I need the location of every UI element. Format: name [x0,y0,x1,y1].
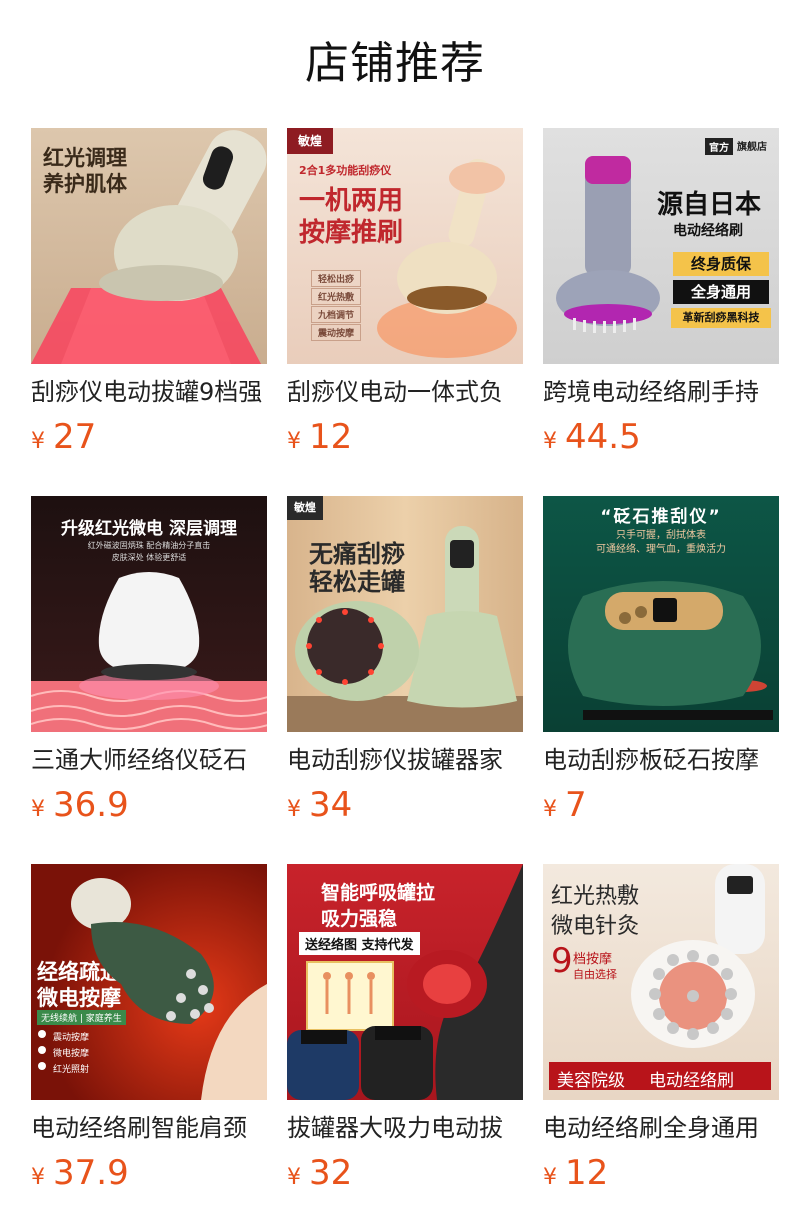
product-name[interactable]: 刮痧仪电动拔罐9档强 [31,374,267,410]
product-image[interactable]: 智能呼吸罐拉 吸力强稳 送经络图 支持代发 [287,864,523,1100]
product-name[interactable]: 三通大师经络仪砭石 [31,742,267,778]
massager-illustration [38,878,267,1100]
price-amount: 34 [309,785,353,825]
currency-symbol: ¥ [287,429,301,454]
product-card[interactable]: 官方 旗舰店 源自日本 电动经络刷 终身质保 全身通用 革新刮痧黑科技 跨境电动… [543,128,779,496]
price-amount: 27 [53,417,97,457]
product-price: ¥7 [543,784,587,832]
product-image[interactable]: 官方 旗舰店 源自日本 电动经络刷 终身质保 全身通用 革新刮痧黑科技 [543,128,779,364]
product-card[interactable]: 敏煌 无痛刮痧 轻松走罐 电动刮痧仪拔罐器家 ¥34 [287,496,523,864]
currency-symbol: ¥ [287,797,301,822]
product-price: ¥44.5 [543,416,641,464]
price-amount: 7 [565,785,587,825]
product-card[interactable]: 红光调理 养护肌体 刮痧仪电动拔罐9档强 ¥27 [31,128,267,496]
product-image[interactable]: 红光热敷 微电针灸 9 档按摩 自由选择 美容院级 电动经络刷 [543,864,779,1100]
product-price: ¥12 [287,416,352,464]
page-title: 店铺推荐 [305,38,485,89]
currency-symbol: ¥ [31,429,45,454]
currency-symbol: ¥ [543,429,557,454]
product-name[interactable]: 电动经络刷智能肩颈 [31,1110,267,1146]
product-image[interactable]: 红光调理 养护肌体 [31,128,267,364]
massager-illustration [377,158,517,358]
currency-symbol: ¥ [31,797,45,822]
product-name[interactable]: 电动刮痧板砭石按摩 [543,742,779,778]
price-amount: 37.9 [53,1153,129,1193]
currency-symbol: ¥ [31,1165,45,1190]
product-name[interactable]: 刮痧仪电动一体式负 [287,374,523,410]
price-amount: 32 [309,1153,353,1193]
currency-symbol: ¥ [543,1165,557,1190]
product-image[interactable]: 升级红光微电 深层调理 红外磁波固炳珠 配合精油分子直击 皮肤深处 体验更舒适 [31,496,267,732]
product-name[interactable]: 跨境电动经络刷手持 [543,374,779,410]
product-name[interactable]: 电动刮痧仪拔罐器家 [287,742,523,778]
massager-illustration [31,130,267,364]
product-card[interactable]: 升级红光微电 深层调理 红外磁波固炳珠 配合精油分子直击 皮肤深处 体验更舒适 … [31,496,267,864]
massager-illustration [287,526,523,732]
product-card[interactable]: “砭石推刮仪” 只手可握，刮拭体表 可通经络、理气血，重焕活力 电动刮痧板砭石按… [543,496,779,864]
massager-illustration [568,581,773,720]
massager-illustration [556,156,660,333]
product-grid: 红光调理 养护肌体 刮痧仪电动拔罐9档强 ¥27 敏煌 2合1多功能刮痧仪 一机… [31,128,779,1232]
product-image[interactable]: 敏煌 2合1多功能刮痧仪 一机两用 按摩推刷 轻松出痧 红光热敷 九档调节 震动… [287,128,523,364]
price-amount: 44.5 [565,417,641,457]
product-image[interactable]: 敏煌 无痛刮痧 轻松走罐 [287,496,523,732]
product-image[interactable]: 经络疏通 微电按摩 无线续航 | 家庭养生 震动按摩 微电按摩 红光照射 [31,864,267,1100]
currency-symbol: ¥ [543,797,557,822]
massager-illustration [631,864,765,1048]
product-price: ¥12 [543,1152,608,1200]
product-price: ¥34 [287,784,352,832]
price-amount: 36.9 [53,785,129,825]
currency-symbol: ¥ [287,1165,301,1190]
product-image[interactable]: “砭石推刮仪” 只手可握，刮拭体表 可通经络、理气血，重焕活力 [543,496,779,732]
product-card[interactable]: 敏煌 2合1多功能刮痧仪 一机两用 按摩推刷 轻松出痧 红光热敷 九档调节 震动… [287,128,523,496]
massager-illustration [31,572,267,732]
price-amount: 12 [309,417,353,457]
product-price: ¥37.9 [31,1152,129,1200]
product-price: ¥27 [31,416,96,464]
product-name[interactable]: 拔罐器大吸力电动拔 [287,1110,523,1146]
product-name[interactable]: 电动经络刷全身通用 [543,1110,779,1146]
product-card[interactable]: 经络疏通 微电按摩 无线续航 | 家庭养生 震动按摩 微电按摩 红光照射 电动经… [31,864,267,1232]
product-card[interactable]: 红光热敷 微电针灸 9 档按摩 自由选择 美容院级 电动经络刷 电动经络刷全身通… [543,864,779,1232]
price-amount: 12 [565,1153,609,1193]
massager-illustration [287,864,523,1100]
product-price: ¥32 [287,1152,352,1200]
product-card[interactable]: 智能呼吸罐拉 吸力强稳 送经络图 支持代发 拔罐器大吸力电动拔 ¥32 [287,864,523,1232]
product-price: ¥36.9 [31,784,129,832]
